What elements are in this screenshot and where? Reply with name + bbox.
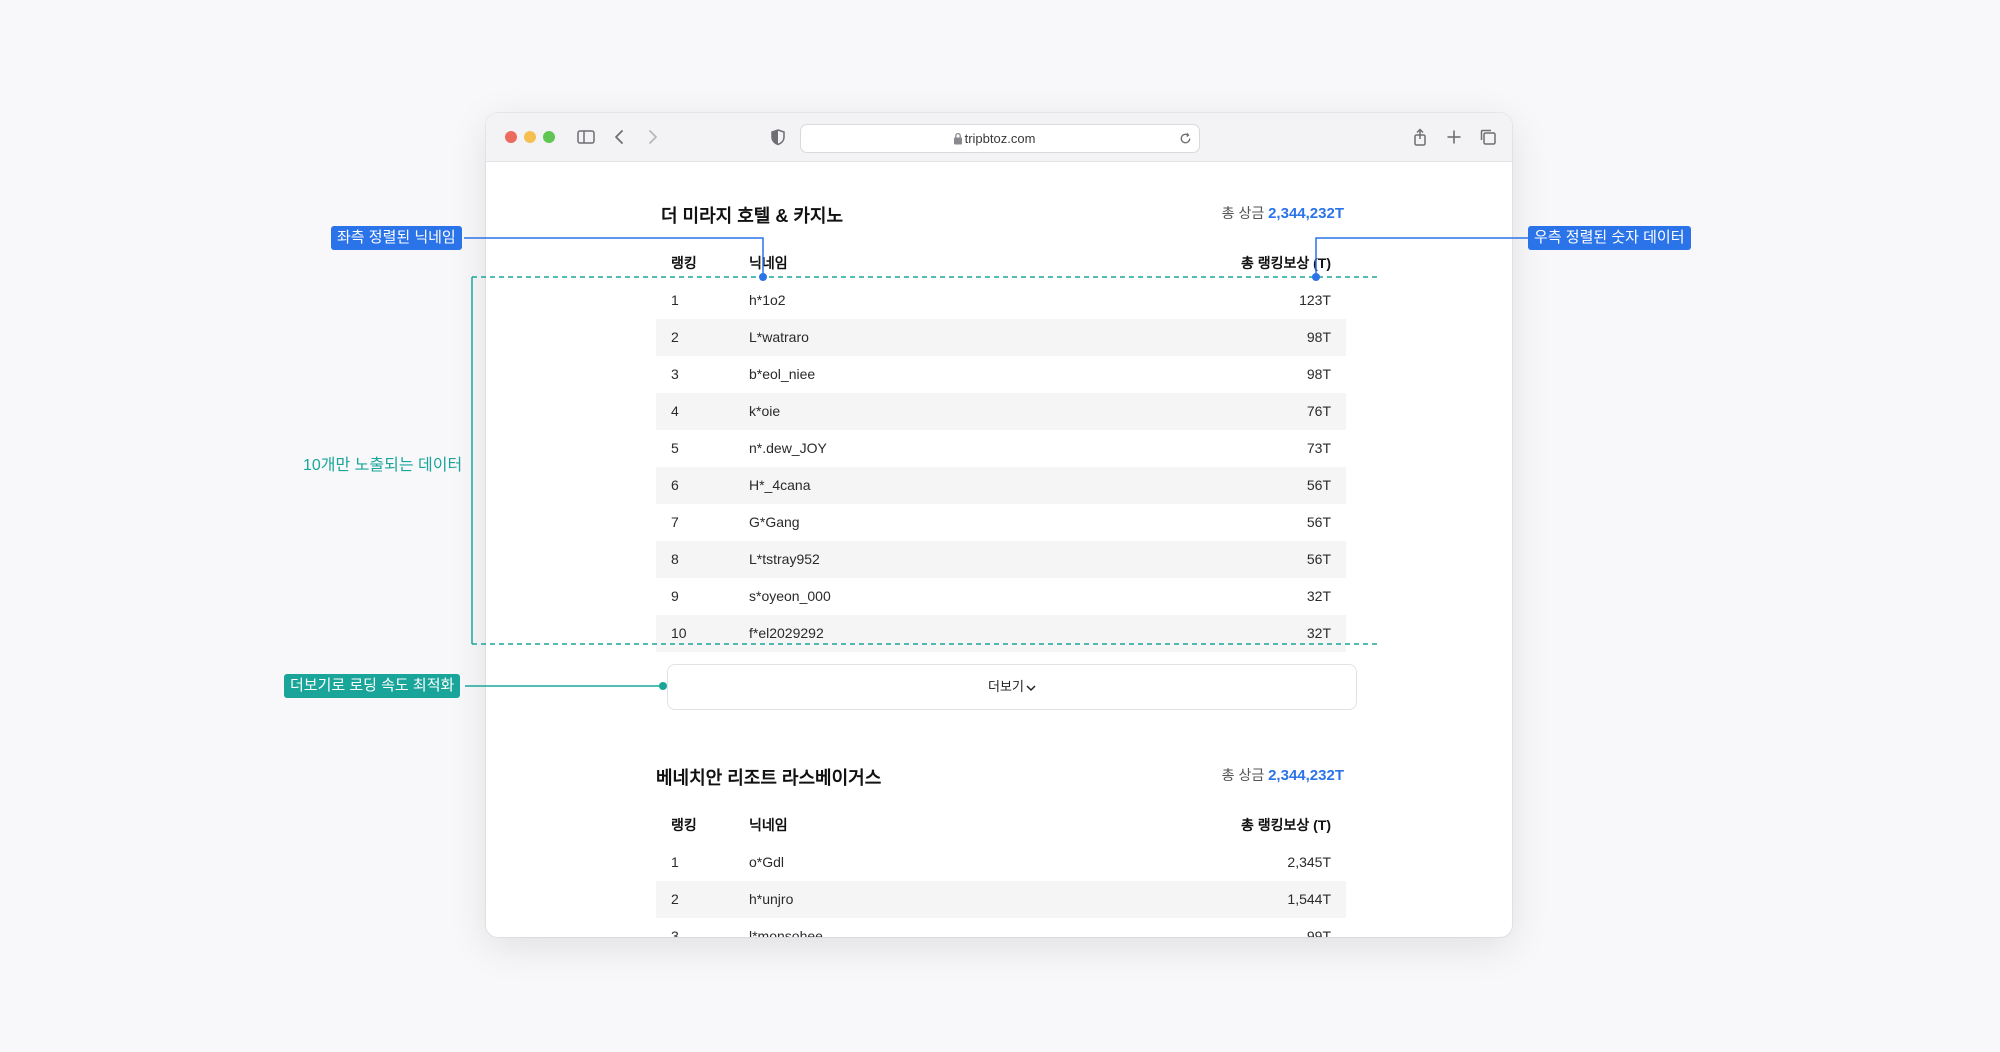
url-text: tripbtoz.com <box>964 131 1036 146</box>
nickname-cell: f*el2029292 <box>749 625 824 641</box>
new-tab-icon[interactable] <box>1444 127 1464 147</box>
nickname-cell: G*Gang <box>749 514 800 530</box>
zoom-window-button[interactable] <box>543 131 555 143</box>
minimize-window-button[interactable] <box>524 131 536 143</box>
annotation-ten-rows: 10개만 노출되는 데이터 <box>303 457 463 474</box>
total-prize-label: 총 상금 <box>1221 767 1265 783</box>
reward-cell: 76T <box>1306 403 1331 419</box>
table-row: 3 l*monsohee 99T <box>656 918 1346 937</box>
total-prize-label: 총 상금 <box>1221 205 1265 221</box>
table-row: 1 h*1o2 123T <box>656 282 1346 319</box>
column-header-nickname: 닉네임 <box>749 255 788 271</box>
section-title: 더 미라지 호텔 & 카지노 <box>661 206 844 226</box>
rank-cell: 2 <box>671 891 679 907</box>
reward-cell: 56T <box>1306 477 1331 493</box>
rank-cell: 8 <box>671 551 679 567</box>
nickname-cell: h*1o2 <box>749 292 786 308</box>
more-button[interactable]: 더보기 <box>667 664 1357 710</box>
reward-cell: 99T <box>1306 928 1331 937</box>
share-icon[interactable] <box>1410 127 1430 147</box>
address-bar[interactable]: tripbtoz.com <box>800 124 1200 153</box>
rank-cell: 3 <box>671 928 679 937</box>
table-row: 2 L*watraro 98T <box>656 319 1346 356</box>
reward-cell: 32T <box>1306 588 1331 604</box>
ranking-table: 랭킹 닉네임 총 랭킹보상 (T) 1 h*1o2 123T 2 L*watra… <box>656 245 1346 652</box>
reward-cell: 1,544T <box>1287 891 1331 907</box>
rank-cell: 1 <box>671 854 679 870</box>
total-prize-amount: 2,344,232T <box>1268 205 1344 222</box>
nickname-cell: l*monsohee <box>749 928 823 937</box>
forward-icon[interactable] <box>642 127 662 147</box>
table-row: 9 s*oyeon_000 32T <box>656 578 1346 615</box>
annotation-left-nickname: 좌측 정렬된 닉네임 <box>331 226 462 250</box>
more-button-label: 더보기 <box>988 679 1024 694</box>
section-title: 베네치안 리조트 라스베이거스 <box>656 768 882 788</box>
reward-cell: 98T <box>1306 366 1331 382</box>
table-row: 8 L*tstray952 56T <box>656 541 1346 578</box>
table-row: 10 f*el2029292 32T <box>656 615 1346 652</box>
reward-cell: 56T <box>1306 551 1331 567</box>
total-prize-amount: 2,344,232T <box>1268 767 1344 784</box>
table-header: 랭킹 닉네임 총 랭킹보상 (T) <box>656 807 1346 844</box>
nickname-cell: k*oie <box>749 403 781 419</box>
rank-cell: 2 <box>671 329 679 345</box>
table-row: 2 h*unjro 1,544T <box>656 881 1346 918</box>
privacy-shield-icon[interactable] <box>768 127 788 147</box>
close-window-button[interactable] <box>505 131 517 143</box>
nickname-cell: L*tstray952 <box>749 551 820 567</box>
column-header-reward: 총 랭킹보상 (T) <box>1240 255 1331 271</box>
column-header-nickname: 닉네임 <box>749 817 788 833</box>
rank-cell: 4 <box>671 403 679 419</box>
rank-cell: 10 <box>671 625 687 641</box>
table-header: 랭킹 닉네임 총 랭킹보상 (T) <box>656 245 1346 282</box>
table-row: 3 b*eol_niee 98T <box>656 356 1346 393</box>
ranking-table: 랭킹 닉네임 총 랭킹보상 (T) 1 o*Gdl 2,345T 2 h*unj… <box>656 807 1346 937</box>
table-row: 1 o*Gdl 2,345T <box>656 844 1346 881</box>
nickname-cell: n*.dew_JOY <box>749 440 827 456</box>
back-icon[interactable] <box>610 127 630 147</box>
rank-cell: 5 <box>671 440 679 456</box>
rank-cell: 6 <box>671 477 679 493</box>
column-header-rank: 랭킹 <box>671 255 697 271</box>
reward-cell: 73T <box>1306 440 1331 456</box>
browser-window: tripbtoz.com 더 미라지 호텔 & 카지노 총 상금 2,344,2… <box>486 113 1512 937</box>
table-row: 5 n*.dew_JOY 73T <box>656 430 1346 467</box>
reward-cell: 32T <box>1306 625 1331 641</box>
table-row: 6 H*_4cana 56T <box>656 467 1346 504</box>
rank-cell: 9 <box>671 588 679 604</box>
reward-cell: 2,345T <box>1287 854 1331 870</box>
tab-overview-icon[interactable] <box>1478 127 1498 147</box>
nickname-cell: H*_4cana <box>749 477 811 493</box>
total-prize: 총 상금 2,344,232T <box>1222 765 1344 785</box>
annotation-more-optimize: 더보기로 로딩 속도 최적화 <box>284 674 461 698</box>
sidebar-icon[interactable] <box>576 127 596 147</box>
nickname-cell: h*unjro <box>749 891 794 907</box>
browser-toolbar: tripbtoz.com <box>486 113 1512 162</box>
nickname-cell: s*oyeon_000 <box>749 588 831 604</box>
total-prize: 총 상금 2,344,232T <box>1222 203 1344 223</box>
reward-cell: 98T <box>1306 329 1331 345</box>
nickname-cell: o*Gdl <box>749 854 785 870</box>
reward-cell: 123T <box>1299 292 1331 308</box>
nickname-cell: b*eol_niee <box>749 366 816 382</box>
rank-cell: 3 <box>671 366 679 382</box>
chevron-down-icon <box>1026 685 1036 691</box>
rank-cell: 7 <box>671 514 679 530</box>
table-row: 7 G*Gang 56T <box>656 504 1346 541</box>
reward-cell: 56T <box>1306 514 1331 530</box>
table-row: 4 k*oie 76T <box>656 393 1346 430</box>
nickname-cell: L*watraro <box>749 329 809 345</box>
rank-cell: 1 <box>671 292 679 308</box>
annotation-right-numeric: 우측 정렬된 숫자 데이터 <box>1528 226 1691 250</box>
reload-icon[interactable] <box>1178 131 1193 146</box>
column-header-reward: 총 랭킹보상 (T) <box>1240 817 1331 833</box>
column-header-rank: 랭킹 <box>671 817 697 833</box>
